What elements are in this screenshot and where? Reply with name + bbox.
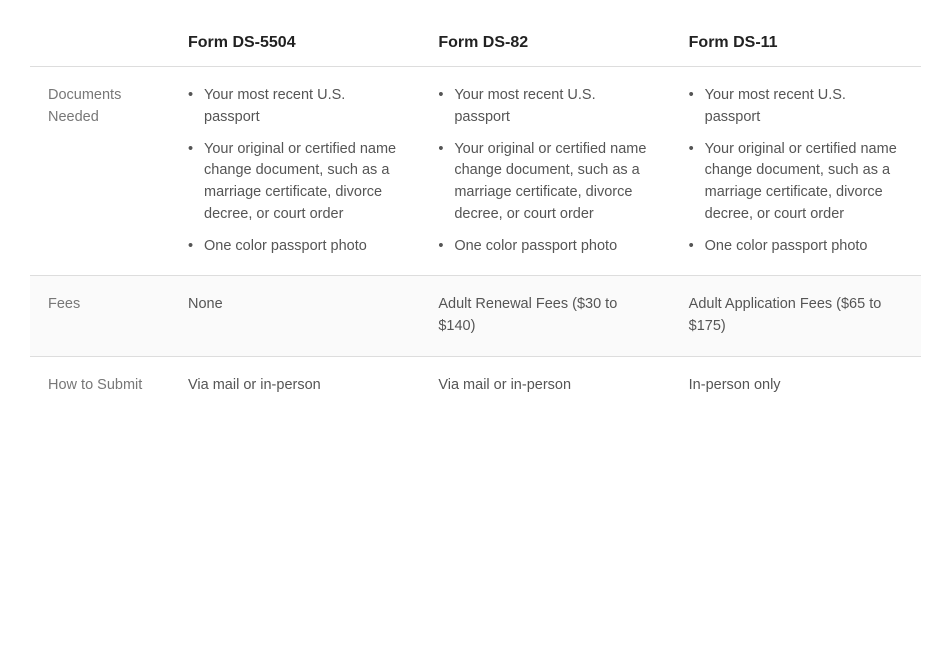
list-item: Your most recent U.S. passport	[188, 85, 402, 129]
row-col2-fees: Adult Renewal Fees ($30 to $140)	[420, 276, 670, 357]
row-col2-documents: Your most recent U.S. passport Your orig…	[420, 67, 670, 276]
row-label-submit: How to Submit	[30, 356, 170, 414]
row-label-documents: Documents Needed	[30, 67, 170, 276]
row-col3-submit: In-person only	[671, 356, 921, 414]
header-col2: Form DS-82	[420, 20, 670, 67]
row-col3-documents: Your most recent U.S. passport Your orig…	[671, 67, 921, 276]
row-col1-documents: Your most recent U.S. passport Your orig…	[170, 67, 420, 276]
list-item: Your original or certified name change d…	[689, 139, 903, 226]
doc-list-col1: Your most recent U.S. passport Your orig…	[188, 85, 402, 257]
list-item: Your most recent U.S. passport	[438, 85, 652, 129]
doc-list-col2: Your most recent U.S. passport Your orig…	[438, 85, 652, 257]
header-col3: Form DS-11	[671, 20, 921, 67]
list-item: One color passport photo	[689, 236, 903, 258]
header-col1: Form DS-5504	[170, 20, 420, 67]
row-col1-submit: Via mail or in-person	[170, 356, 420, 414]
row-label-fees: Fees	[30, 276, 170, 357]
row-col1-fees: None	[170, 276, 420, 357]
header-row-label	[30, 20, 170, 67]
list-item: Your original or certified name change d…	[188, 139, 402, 226]
table-header-row: Form DS-5504 Form DS-82 Form DS-11	[30, 20, 921, 67]
list-item: One color passport photo	[438, 236, 652, 258]
list-item: One color passport photo	[188, 236, 402, 258]
list-item: Your original or certified name change d…	[438, 139, 652, 226]
table-row-submit: How to Submit Via mail or in-person Via …	[30, 356, 921, 414]
row-col3-fees: Adult Application Fees ($65 to $175)	[671, 276, 921, 357]
table-row-fees: Fees None Adult Renewal Fees ($30 to $14…	[30, 276, 921, 357]
comparison-table: Form DS-5504 Form DS-82 Form DS-11 Docum…	[30, 20, 921, 415]
row-col2-submit: Via mail or in-person	[420, 356, 670, 414]
comparison-table-container: Form DS-5504 Form DS-82 Form DS-11 Docum…	[0, 0, 951, 652]
table-row-documents: Documents Needed Your most recent U.S. p…	[30, 67, 921, 276]
doc-list-col3: Your most recent U.S. passport Your orig…	[689, 85, 903, 257]
list-item: Your most recent U.S. passport	[689, 85, 903, 129]
